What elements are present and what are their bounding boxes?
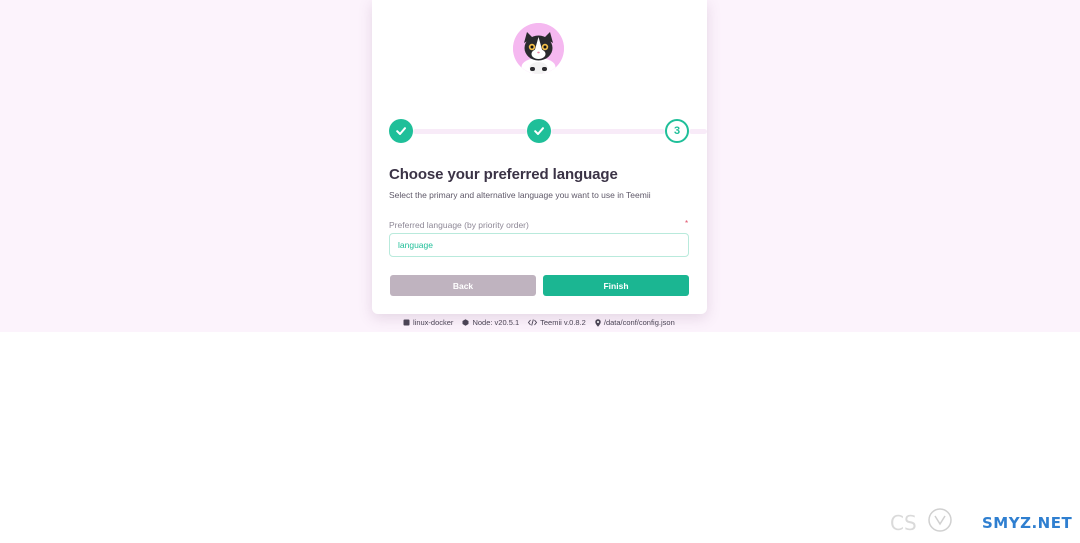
check-icon: [534, 127, 544, 135]
host-label: linux-docker: [413, 318, 454, 327]
node-icon: [462, 319, 469, 326]
step-3-current: 3: [665, 119, 689, 143]
system-info-footer: linux-docker Node: v20.5.1 Teemii v.0.8.…: [403, 318, 675, 327]
finish-button[interactable]: Finish: [543, 275, 689, 296]
footer-version: Teemii v.0.8.2: [528, 318, 586, 327]
node-version-label: Node: v20.5.1: [472, 318, 520, 327]
step-2-complete: [527, 119, 551, 143]
config-path-label: /data/conf/config.json: [603, 318, 675, 327]
step-number: 3: [673, 125, 681, 137]
footer-config: /data/conf/config.json: [595, 318, 675, 327]
watermark-logo-icon: [928, 508, 952, 532]
check-icon: [396, 127, 406, 135]
step-connector: [689, 129, 707, 134]
back-button[interactable]: Back: [390, 275, 536, 296]
location-pin-icon: [595, 318, 601, 327]
step-connector: [413, 129, 527, 134]
footer-host: linux-docker: [403, 318, 453, 327]
step-1-complete: [389, 119, 413, 143]
app-version-label: Teemii v.0.8.2: [540, 318, 586, 327]
footer-node: Node: v20.5.1: [462, 318, 519, 327]
site-watermark: CS SMYZ.NET: [890, 505, 1075, 539]
watermark-background-text: CS: [890, 511, 917, 535]
page-title: Choose your preferred language: [389, 166, 618, 183]
watermark-text: SMYZ.NET: [982, 514, 1073, 532]
code-icon: [528, 319, 538, 326]
step-connector: [551, 129, 665, 134]
language-field-label: Preferred language (by priority order): [389, 220, 529, 230]
cat-avatar: [513, 23, 564, 74]
server-icon: [403, 319, 410, 326]
required-marker: *: [685, 219, 689, 228]
language-input[interactable]: [389, 233, 689, 257]
page-subtitle: Select the primary and alternative langu…: [389, 190, 651, 200]
setup-card: 3 Choose your preferred language Select …: [372, 0, 707, 314]
stepper: 3: [389, 119, 707, 145]
